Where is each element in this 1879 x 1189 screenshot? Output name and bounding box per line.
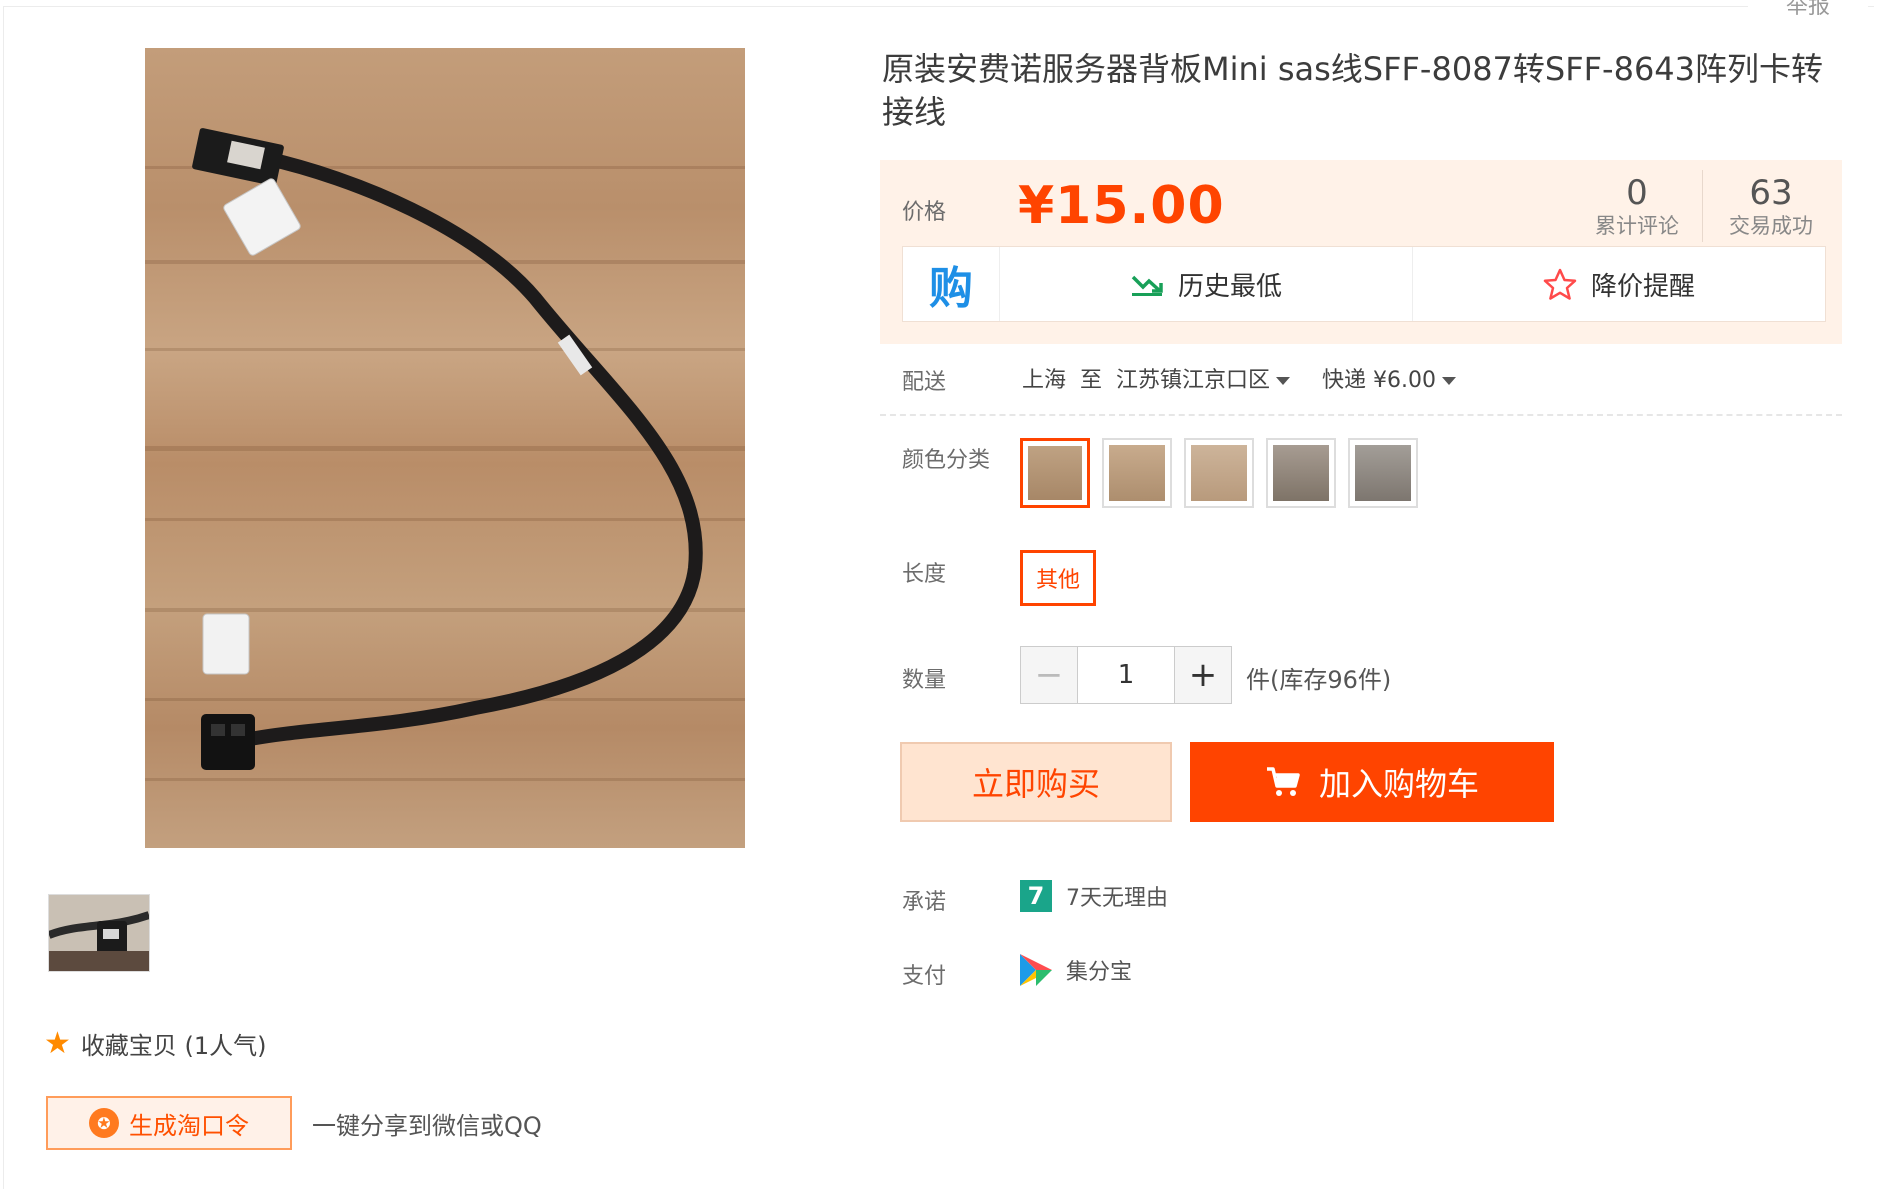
thumbnail-image[interactable] xyxy=(48,894,150,972)
shipping-method: 快递 ¥6.00 xyxy=(1322,368,1437,393)
price-value: ¥15.00 xyxy=(1018,176,1225,236)
stat-transactions-label: 交易成功 xyxy=(1729,214,1813,238)
cable-illustration xyxy=(192,128,703,770)
add-to-cart-button[interactable]: 加入购物车 xyxy=(1190,742,1554,822)
shipping-destination-select[interactable]: 江苏镇江京口区 xyxy=(1116,362,1291,394)
length-option[interactable]: 其他 xyxy=(1020,550,1096,606)
chevron-down-icon xyxy=(1442,377,1457,385)
generate-label: 生成淘口令 xyxy=(129,1111,249,1140)
color-option[interactable] xyxy=(1184,438,1254,508)
chevron-down-icon xyxy=(1276,377,1291,385)
buy-icon[interactable]: 购 xyxy=(903,247,1000,321)
price-alert-button[interactable]: 降价提醒 xyxy=(1413,247,1825,321)
main-product-image xyxy=(145,48,745,848)
price-tools-row: 购 历史最低 降价提醒 xyxy=(902,246,1826,322)
color-option[interactable] xyxy=(1348,438,1418,508)
add-to-cart-label: 加入购物车 xyxy=(1318,765,1479,803)
stock-text: 件(库存96件) xyxy=(1246,666,1392,694)
payment-text: 集分宝 xyxy=(1066,960,1133,985)
history-lowest-button[interactable]: 历史最低 xyxy=(1000,247,1413,321)
shipping-label: 配送 xyxy=(902,370,947,395)
quantity-increase-button[interactable]: + xyxy=(1174,647,1231,703)
report-link[interactable]: 举报 xyxy=(1748,0,1868,22)
trend-down-icon xyxy=(1131,275,1163,296)
color-option-image xyxy=(1355,445,1411,501)
stat-reviews-count: 0 xyxy=(1626,173,1648,213)
color-label: 颜色分类 xyxy=(902,448,991,473)
buy-icon-glyph: 购 xyxy=(929,263,973,314)
promise-text: 7天无理由 xyxy=(1066,886,1168,911)
shipping-to-word: 至 xyxy=(1080,368,1103,393)
shipping-row: 上海 至 江苏镇江京口区 快递 ¥6.00 xyxy=(1022,362,1457,394)
price-alert-label: 降价提醒 xyxy=(1590,271,1695,302)
shipping-destination: 江苏镇江京口区 xyxy=(1116,368,1271,393)
stat-transactions[interactable]: 63 交易成功 xyxy=(1706,172,1836,238)
payment-label: 支付 xyxy=(902,964,947,989)
shipping-from: 上海 xyxy=(1022,368,1067,393)
stat-reviews-label: 累计评论 xyxy=(1595,214,1679,238)
star-outline-icon xyxy=(1543,268,1577,300)
payment-item[interactable]: 集分宝 xyxy=(1020,954,1132,986)
section-divider xyxy=(880,414,1842,416)
generate-taokouling-button[interactable]: ✪ 生成淘口令 xyxy=(46,1096,292,1150)
quantity-stepper: − 1 + xyxy=(1020,646,1232,704)
quantity-label: 数量 xyxy=(902,668,947,693)
color-option-image xyxy=(1191,445,1247,501)
stat-reviews[interactable]: 0 累计评论 xyxy=(1572,172,1702,238)
cart-icon xyxy=(1266,767,1300,796)
price-label: 价格 xyxy=(902,200,947,225)
color-option-image xyxy=(1028,446,1082,500)
quantity-decrease-button[interactable]: − xyxy=(1021,647,1078,703)
favorite-link[interactable]: ★ 收藏宝贝 (1人气) xyxy=(44,1026,267,1061)
quantity-input[interactable]: 1 xyxy=(1078,647,1174,703)
thumbnail-cable xyxy=(49,895,149,971)
buy-now-button[interactable]: 立即购买 xyxy=(900,742,1172,822)
history-lowest-label: 历史最低 xyxy=(1177,271,1282,302)
color-option[interactable] xyxy=(1102,438,1172,508)
jifenbao-icon xyxy=(1020,954,1052,986)
color-option[interactable] xyxy=(1020,438,1090,508)
color-option-image xyxy=(1273,445,1329,501)
report-label[interactable]: 举报 xyxy=(1786,0,1830,19)
promise-item[interactable]: 7 7天无理由 xyxy=(1020,880,1168,912)
color-option-image xyxy=(1109,445,1165,501)
price-box: 价格 ¥15.00 0 累计评论 63 交易成功 购 历史最低 降价提醒 xyxy=(880,160,1842,344)
star-icon: ★ xyxy=(44,1025,71,1061)
shipping-method-select[interactable]: 快递 ¥6.00 xyxy=(1322,362,1457,394)
stat-transactions-count: 63 xyxy=(1749,173,1793,213)
promise-label: 承诺 xyxy=(902,890,947,915)
favorite-label: 收藏宝贝 (1人气) xyxy=(80,1032,267,1060)
stat-divider xyxy=(1702,170,1703,242)
color-option[interactable] xyxy=(1266,438,1336,508)
product-title: 原装安费诺服务器背板Mini sas线SFF-8087转SFF-8643阵列卡转… xyxy=(882,50,1824,131)
seven-day-icon: 7 xyxy=(1020,880,1052,912)
length-label: 长度 xyxy=(902,562,947,587)
chat-bubble-icon: ✪ xyxy=(89,1108,119,1138)
share-hint: 一键分享到微信或QQ xyxy=(312,1112,542,1140)
